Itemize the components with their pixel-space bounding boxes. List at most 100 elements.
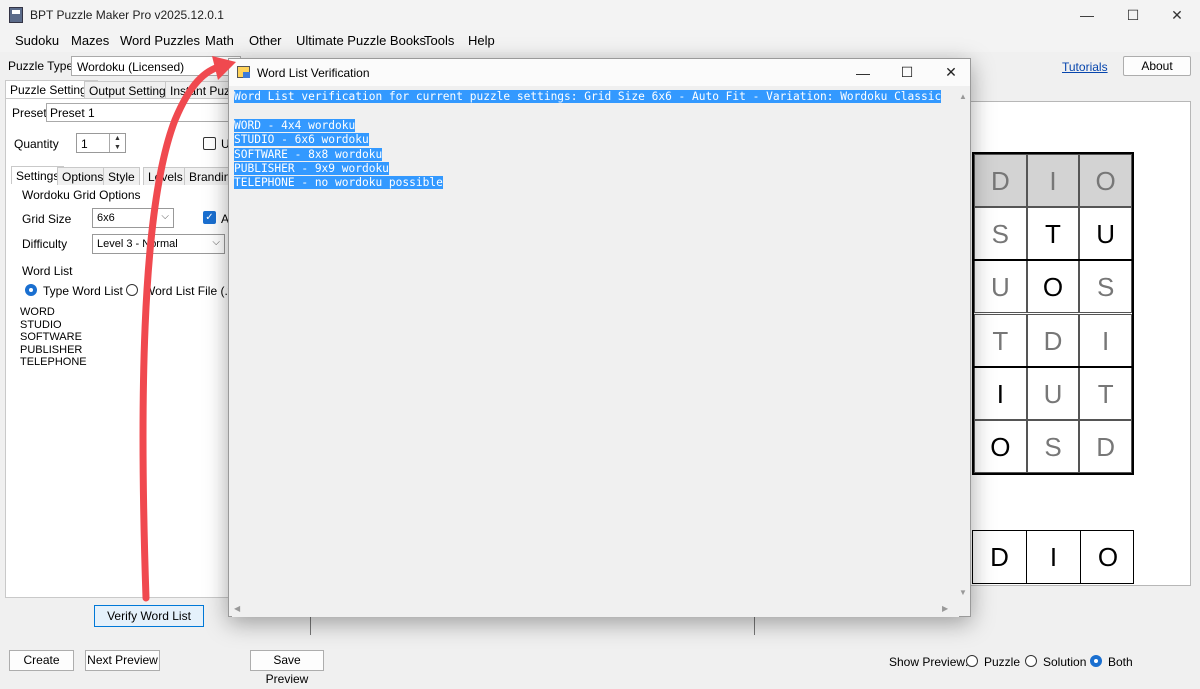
radio-solution[interactable]: [1025, 655, 1037, 667]
splitter: [754, 617, 755, 635]
word-list-title: Word List: [22, 264, 73, 278]
grid-cell: U: [974, 260, 1027, 314]
menu-mazes[interactable]: Mazes: [71, 33, 109, 48]
menu-math[interactable]: Math: [205, 33, 234, 48]
menu-bar: Sudoku Mazes Word Puzzles Math Other Ult…: [0, 30, 1200, 52]
tab-instant-puzzle[interactable]: Instant Puzzle: [165, 81, 229, 99]
grid-cell: D: [1079, 419, 1132, 473]
radio-type-word-list-label: Type Word List: [43, 284, 123, 298]
window-title: BPT Puzzle Maker Pro v2025.12.0.1: [30, 8, 224, 22]
grid-options-title: Wordoku Grid Options: [22, 188, 141, 202]
strip-cell: O: [1097, 542, 1119, 572]
difficulty-label: Difficulty: [22, 237, 68, 251]
grid-cell: O: [974, 419, 1027, 473]
minimize-button[interactable]: —: [1064, 0, 1110, 30]
horizontal-scrollbar[interactable]: ◀ ▶: [232, 602, 956, 616]
vertical-scrollbar[interactable]: ▲ ▼: [956, 88, 970, 602]
box-divider: [974, 365, 1132, 368]
radio-both[interactable]: [1090, 655, 1102, 667]
scroll-left-icon[interactable]: ◀: [234, 604, 240, 613]
splitter: [310, 617, 311, 635]
grid-cell: I: [974, 366, 1027, 420]
radio-word-list-file-label: Word List File (.txt): [144, 284, 230, 298]
close-button[interactable]: ✕: [1154, 0, 1200, 30]
radio-both-label: Both: [1108, 655, 1133, 669]
tab-style[interactable]: Style: [103, 167, 140, 185]
tab-levels[interactable]: Levels: [143, 167, 188, 185]
maximize-button[interactable]: ☐: [1110, 0, 1156, 30]
radio-puzzle[interactable]: [966, 655, 978, 667]
tab-branding[interactable]: Branding: [184, 167, 230, 185]
menu-ultimate-puzzle-books[interactable]: Ultimate Puzzle Books: [296, 33, 426, 48]
preset-input[interactable]: Preset 1: [46, 103, 231, 122]
grid-cell: I: [1079, 313, 1132, 367]
dialog-minimize-button[interactable]: —: [841, 59, 885, 86]
grid-cell: T: [1026, 207, 1080, 261]
verification-line: Word List verification for current puzzl…: [234, 90, 942, 103]
grid-cell: U: [1026, 366, 1080, 420]
about-button[interactable]: About: [1123, 56, 1191, 76]
grid-cell: S: [1079, 260, 1132, 314]
auto-fit-checkbox[interactable]: ✓: [203, 211, 216, 224]
create-button[interactable]: Create: [9, 650, 74, 671]
scroll-down-icon[interactable]: ▼: [959, 588, 967, 597]
save-preview-button[interactable]: Save Preview: [250, 650, 324, 686]
grid-cell: T: [1079, 366, 1132, 420]
dialog-maximize-button[interactable]: ☐: [885, 59, 929, 86]
chevron-down-icon: ⌵: [161, 211, 169, 222]
dialog-title: Word List Verification: [257, 66, 370, 80]
box-divider: [974, 259, 1132, 262]
grid-cell: D: [974, 154, 1027, 208]
grid-size-value: 6x6: [97, 212, 115, 224]
preset-label: Preset: [12, 106, 47, 120]
grid-cell: O: [1079, 154, 1132, 208]
verification-line: SOFTWARE - 8x8 wordoku: [234, 147, 383, 161]
radio-solution-label: Solution: [1043, 655, 1087, 669]
scroll-right-icon[interactable]: ▶: [942, 604, 948, 613]
radio-puzzle-label: Puzzle: [984, 655, 1021, 669]
strip-cell: D: [973, 531, 1027, 583]
grid-cell: S: [974, 207, 1027, 261]
letter-strip: DIO: [972, 530, 1134, 584]
grid-cell: O: [1026, 260, 1080, 314]
grid-cell: I: [1026, 154, 1080, 208]
difficulty-value: Level 3 - Normal: [97, 238, 178, 250]
dialog-title-bar: Word List Verification — ☐ ✕: [229, 59, 970, 86]
word-list-verification-dialog: Word List Verification — ☐ ✕ Word List v…: [228, 58, 971, 617]
tab-output-settings[interactable]: Output Settings: [84, 81, 177, 99]
menu-word-puzzles[interactable]: Word Puzzles: [120, 33, 200, 48]
quantity-label: Quantity: [14, 137, 59, 151]
next-preview-button[interactable]: Next Preview: [85, 650, 160, 671]
quantity-stepper[interactable]: ▲ ▼: [109, 134, 125, 152]
radio-type-word-list[interactable]: [25, 284, 37, 296]
grid-cell: U: [1079, 207, 1132, 261]
grid-size-select[interactable]: 6x6 ⌵: [92, 208, 174, 228]
verification-lines: Word List verification for current puzzl…: [234, 90, 942, 191]
dialog-close-button[interactable]: ✕: [929, 59, 973, 86]
option-checkbox[interactable]: [203, 137, 216, 150]
tutorials-link[interactable]: Tutorials: [1062, 60, 1108, 74]
menu-tools[interactable]: Tools: [424, 33, 454, 48]
chevron-down-icon: ⌵: [212, 237, 220, 248]
word-list-text: WORD STUDIO SOFTWARE PUBLISHER TELEPHONE: [20, 306, 87, 368]
verification-line: WORD - 4x4 wordoku: [234, 118, 356, 132]
grid-size-label: Grid Size: [22, 212, 72, 226]
tab-options[interactable]: Options: [57, 167, 109, 185]
grid-cell: T: [974, 313, 1027, 367]
puzzle-type-select[interactable]: Wordoku (Licensed): [71, 56, 241, 76]
scroll-up-icon[interactable]: ▲: [959, 92, 967, 101]
dialog-app-icon: [237, 66, 250, 78]
menu-other[interactable]: Other: [249, 33, 282, 48]
menu-help[interactable]: Help: [468, 33, 495, 48]
grid-cell: S: [1026, 419, 1080, 473]
menu-sudoku[interactable]: Sudoku: [15, 33, 59, 48]
radio-word-list-file[interactable]: [126, 284, 138, 296]
verify-word-list-button[interactable]: Verify Word List: [94, 605, 204, 627]
verification-line: TELEPHONE - no wordoku possible: [234, 176, 443, 190]
verification-line: STUDIO - 6x6 wordoku: [234, 133, 369, 147]
title-bar: BPT Puzzle Maker Pro v2025.12.0.1 — ☐ ✕: [0, 0, 1200, 30]
difficulty-select[interactable]: Level 3 - Normal ⌵: [92, 234, 225, 254]
verification-line: PUBLISHER - 9x9 wordoku: [234, 162, 389, 176]
grid-cell: D: [1026, 313, 1080, 367]
app-icon: [9, 7, 23, 23]
